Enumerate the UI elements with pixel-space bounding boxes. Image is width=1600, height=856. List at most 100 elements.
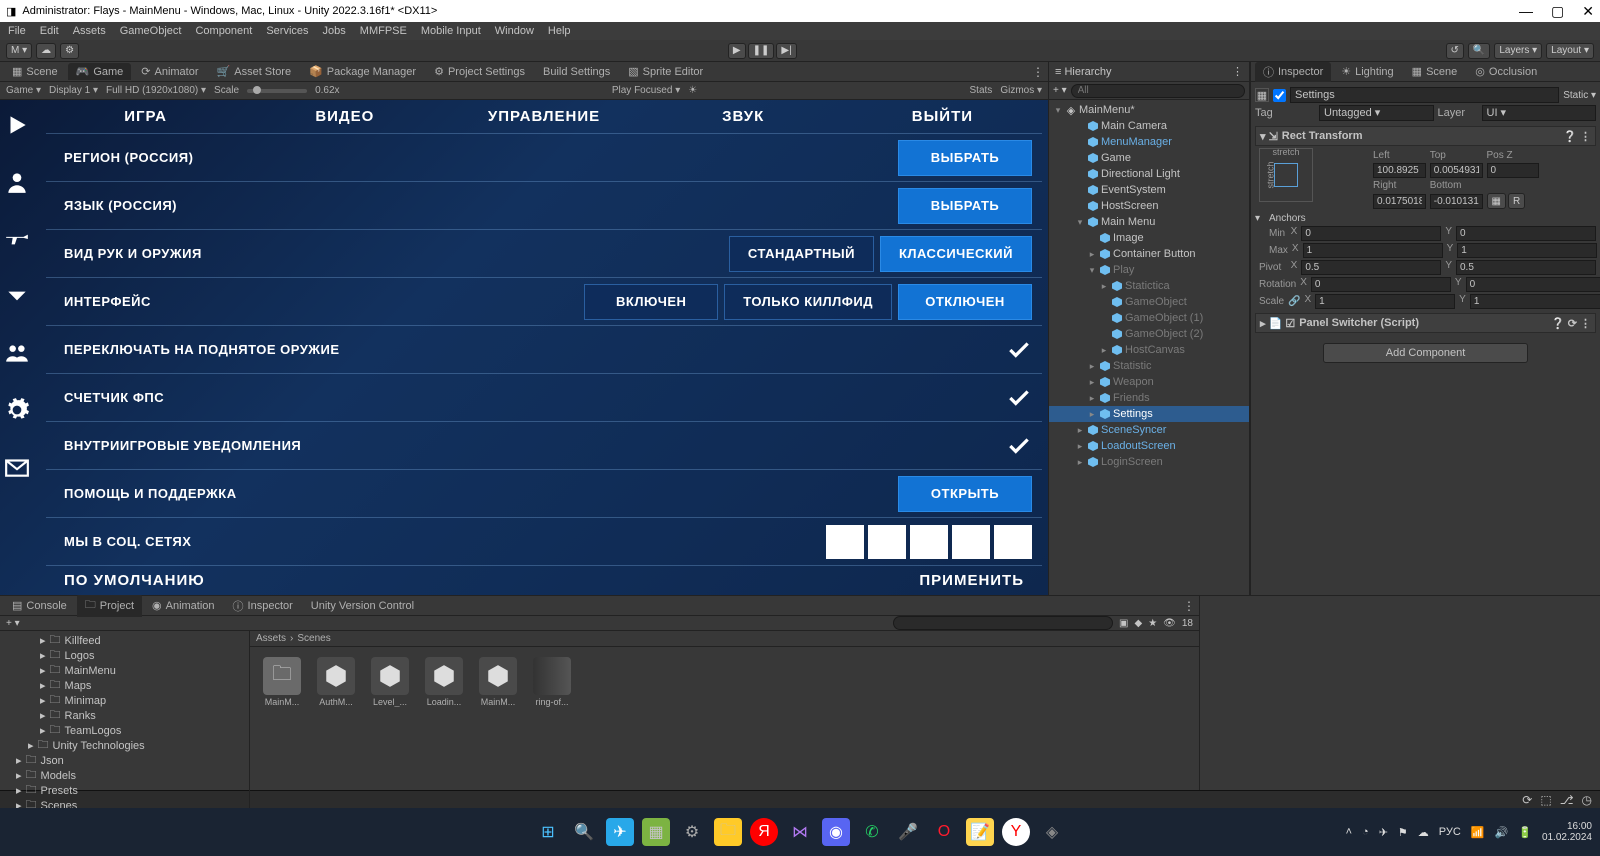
project-tree-item[interactable]: ▸🗀Presets bbox=[0, 783, 249, 798]
battery-icon[interactable]: 🔋 bbox=[1518, 826, 1532, 839]
option-button[interactable]: ОТКРЫТЬ bbox=[898, 476, 1032, 512]
hierarchy-item[interactable]: ▸LoadoutScreen bbox=[1049, 438, 1249, 454]
pause-button[interactable]: ❚❚ bbox=[748, 43, 775, 59]
option-button[interactable]: ТОЛЬКО КИЛЛФИД bbox=[724, 284, 892, 320]
asset-item[interactable]: Level_... bbox=[368, 657, 412, 707]
search-taskbar-icon[interactable]: 🔍 bbox=[570, 818, 598, 846]
panel-switcher-header[interactable]: ▸ 📄 ☑ Panel Switcher (Script)❔ ⟳ ⋮ bbox=[1255, 313, 1596, 333]
social-icon[interactable] bbox=[910, 525, 948, 559]
hierarchy-item[interactable]: ▸LoginScreen bbox=[1049, 454, 1249, 470]
step-button[interactable]: ▶| bbox=[776, 43, 796, 59]
tab-inspector[interactable]: ⓘ Inspector bbox=[1255, 62, 1331, 82]
gear-icon[interactable] bbox=[4, 397, 30, 426]
yandex-icon[interactable]: Я bbox=[750, 818, 778, 846]
tab-animator[interactable]: ⟳Animator bbox=[133, 63, 206, 80]
chevron-down-icon[interactable] bbox=[4, 283, 30, 312]
asset-item[interactable]: Loadin... bbox=[422, 657, 466, 707]
option-button[interactable]: СТАНДАРТНЫЙ bbox=[729, 236, 874, 272]
anchor-min-y[interactable] bbox=[1456, 226, 1596, 241]
close-button[interactable]: ✕ bbox=[1582, 3, 1594, 20]
hierarchy-item[interactable]: ▸Friends bbox=[1049, 390, 1249, 406]
project-tree-item[interactable]: ▸🗀Logos bbox=[0, 648, 249, 663]
tab-project[interactable]: 🗀 Project bbox=[77, 594, 142, 617]
project-tree-item[interactable]: ▸🗀Minimap bbox=[0, 693, 249, 708]
unity-hub-icon[interactable]: ◈ bbox=[1038, 818, 1066, 846]
menu-window[interactable]: Window bbox=[495, 25, 534, 37]
project-tree-item[interactable]: ▸🗀Maps bbox=[0, 678, 249, 693]
hierarchy-item[interactable]: ▸SceneSyncer bbox=[1049, 422, 1249, 438]
rot-x[interactable] bbox=[1311, 277, 1451, 292]
tab-scene-insp[interactable]: ▦ Scene bbox=[1404, 63, 1466, 80]
social-icon[interactable] bbox=[868, 525, 906, 559]
anchor-max-x[interactable] bbox=[1303, 243, 1443, 258]
account-dropdown[interactable]: M ▾ bbox=[6, 43, 32, 59]
project-tree-item[interactable]: ▸🗀Unity Technologies bbox=[0, 738, 249, 753]
menu-mmfpse[interactable]: MMFPSE bbox=[360, 25, 407, 37]
scene-root[interactable]: ▾◈MainMenu* bbox=[1049, 102, 1249, 118]
breadcrumb-assets[interactable]: Assets bbox=[256, 633, 286, 644]
rot-y[interactable] bbox=[1466, 277, 1600, 292]
play-button[interactable]: ▶ bbox=[728, 43, 746, 59]
undo-history-icon[interactable]: ↺ bbox=[1446, 43, 1464, 59]
add-component-button[interactable]: Add Component bbox=[1323, 343, 1528, 363]
hierarchy-item[interactable]: ▸Statictica bbox=[1049, 278, 1249, 294]
hierarchy-item[interactable]: GameObject bbox=[1049, 294, 1249, 310]
user-icon[interactable] bbox=[4, 169, 30, 198]
tab-project-settings[interactable]: ⚙Project Settings bbox=[426, 63, 533, 80]
panel-menu-icon[interactable]: ⋮ bbox=[1232, 65, 1243, 78]
object-name-field[interactable] bbox=[1290, 87, 1559, 103]
search-icon[interactable]: 🔍 bbox=[1468, 43, 1490, 59]
hidden-packages-icon[interactable]: 👁 bbox=[1163, 618, 1176, 629]
hierarchy-item[interactable]: ▸Statistic bbox=[1049, 358, 1249, 374]
active-checkbox[interactable] bbox=[1273, 89, 1286, 102]
menu-jobs[interactable]: Jobs bbox=[323, 25, 346, 37]
settings-icon[interactable]: ⚙ bbox=[60, 43, 79, 59]
pivot-x[interactable] bbox=[1301, 260, 1441, 275]
checkmark-icon[interactable] bbox=[1006, 433, 1032, 459]
display-dropdown[interactable]: Display 1 ▾ bbox=[49, 85, 98, 96]
network-icon[interactable]: 📶 bbox=[1471, 826, 1485, 839]
tray-cloud-icon[interactable]: ☁ bbox=[1418, 826, 1429, 839]
project-tree-item[interactable]: ▸🗀Json bbox=[0, 753, 249, 768]
settings-taskbar-icon[interactable]: ⚙ bbox=[678, 818, 706, 846]
hierarchy-item[interactable]: Main Camera bbox=[1049, 118, 1249, 134]
tab-animation[interactable]: ◉ Animation bbox=[144, 597, 223, 614]
tab-build-settings[interactable]: Build Settings bbox=[535, 64, 618, 80]
social-icon[interactable] bbox=[826, 525, 864, 559]
users-icon[interactable] bbox=[4, 340, 30, 369]
hierarchy-item[interactable]: ▸Weapon bbox=[1049, 374, 1249, 390]
start-icon[interactable]: ⊞ bbox=[534, 818, 562, 846]
reset-defaults-button[interactable]: ПО УМОЛЧАНИЮ bbox=[64, 572, 205, 589]
save-search-icon[interactable]: ★ bbox=[1148, 618, 1157, 629]
social-icon[interactable] bbox=[952, 525, 990, 559]
hierarchy-item[interactable]: ▾Play bbox=[1049, 262, 1249, 278]
rect-transform-header[interactable]: ▾ ⇲ Rect Transform❔ ⋮ bbox=[1255, 126, 1596, 146]
left-field[interactable] bbox=[1373, 163, 1426, 178]
mic-icon[interactable]: 🎤 bbox=[894, 818, 922, 846]
sca-y[interactable] bbox=[1470, 294, 1600, 309]
minimize-button[interactable]: — bbox=[1519, 3, 1533, 20]
anchors-foldout[interactable]: Anchors bbox=[1269, 213, 1306, 224]
gizmos-dropdown[interactable]: Gizmos ▾ bbox=[1000, 85, 1042, 96]
project-tree-item[interactable]: ▸🗀Models bbox=[0, 768, 249, 783]
social-icon[interactable] bbox=[994, 525, 1032, 559]
hierarchy-item[interactable]: GameObject (1) bbox=[1049, 310, 1249, 326]
option-button[interactable]: ВЫБРАТЬ bbox=[898, 188, 1032, 224]
tab-sprite-editor[interactable]: ▧Sprite Editor bbox=[620, 63, 711, 80]
tab-package-manager[interactable]: 📦Package Manager bbox=[301, 63, 424, 80]
cloud-icon[interactable]: ☁ bbox=[36, 43, 56, 59]
panel-menu-icon[interactable]: ⋮ bbox=[1183, 599, 1195, 613]
layer-dropdown[interactable]: UI ▾ bbox=[1482, 105, 1597, 121]
tab-scene[interactable]: ▦Scene bbox=[4, 63, 66, 80]
hierarchy-search[interactable] bbox=[1071, 84, 1245, 98]
project-tree-item[interactable]: ▸🗀Killfeed bbox=[0, 633, 249, 648]
checkmark-icon[interactable] bbox=[1006, 385, 1032, 411]
play-focused-dropdown[interactable]: Play Focused ▾ bbox=[612, 85, 680, 96]
branch-icon[interactable]: ⎇ bbox=[1560, 793, 1574, 807]
activity-icon[interactable]: ◷ bbox=[1582, 793, 1592, 807]
explorer-icon[interactable]: 🗀 bbox=[714, 818, 742, 846]
top-field[interactable] bbox=[1430, 163, 1483, 178]
gun-icon[interactable] bbox=[4, 226, 30, 255]
hierarchy-item[interactable]: GameObject (2) bbox=[1049, 326, 1249, 342]
menu-gameobject[interactable]: GameObject bbox=[120, 25, 182, 37]
